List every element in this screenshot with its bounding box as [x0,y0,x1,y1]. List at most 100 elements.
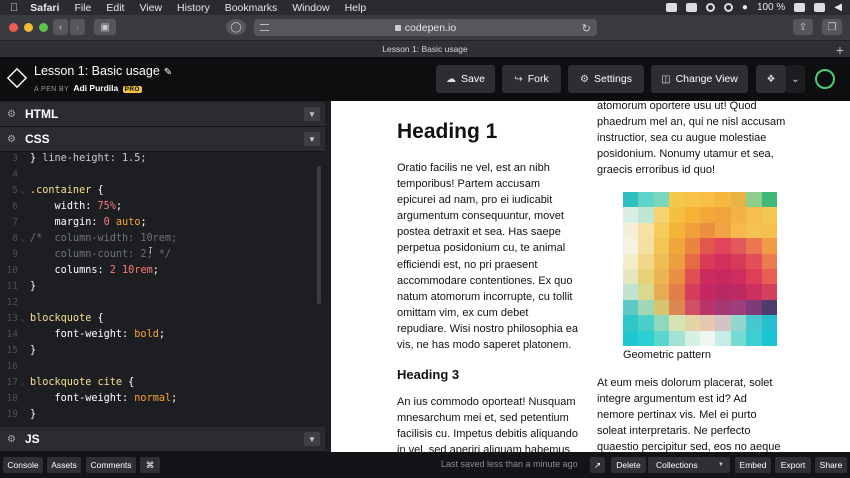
address-bar[interactable]: codepen.io ↻ [254,19,597,36]
css-settings-gear-icon[interactable]: ⚙ [6,134,17,145]
code-text: } [30,281,37,292]
pen-title[interactable]: Lesson 1: Basic usage ✎ [34,64,172,78]
pattern-tile [761,222,777,239]
css-collapse-chevron-icon[interactable]: ▼ [304,132,320,146]
menu-view[interactable]: View [139,2,162,14]
pattern-tile [653,268,670,285]
pattern-tile [669,330,685,346]
active-tab-title[interactable]: Lesson 1: Basic usage [382,44,468,54]
change-view-button[interactable]: ◫ Change View [651,65,748,93]
pattern-tile [715,299,731,316]
css-panel-title: CSS [25,132,50,146]
console-button[interactable]: Console [3,457,43,473]
pattern-tile [684,238,700,254]
pattern-tile [623,315,639,331]
window-controls [9,23,48,32]
delete-button[interactable]: Delete [611,457,646,473]
notes-icon[interactable] [685,3,697,12]
menu-file[interactable]: File [74,2,91,14]
pattern-tile [669,207,685,223]
record-icon[interactable] [705,3,715,12]
js-collapse-chevron-icon[interactable]: ▼ [304,432,320,446]
pattern-tile [653,207,670,223]
settings-button-label: Settings [594,73,632,85]
menu-bookmarks[interactable]: Bookmarks [225,2,278,14]
css-code-editor[interactable]: line-height: 1.5; 3} 4 5 ⌄ .container {6 wid… [0,147,318,423]
code-line: 11} [0,279,318,295]
pen-title-text[interactable]: Lesson 1: Basic usage [34,64,160,78]
menu-safari[interactable]: Safari [30,2,59,14]
pattern-tile [730,207,747,223]
open-external-button[interactable]: ↗ [590,457,605,473]
export-button[interactable]: Export [775,457,811,473]
html-panel-header[interactable]: ⚙ HTML ▼ [0,102,325,127]
tab-overview-button[interactable]: ❐ [822,19,842,35]
html-panel-title: HTML [25,107,59,121]
menu-edit[interactable]: Edit [106,2,124,14]
assets-button[interactable]: Assets [47,457,81,473]
preview-paragraph-1: Oratio facilis ne vel, est an nibh tempo… [397,162,578,352]
menu-window[interactable]: Window [292,2,329,14]
css-editor-scrollbar[interactable] [317,166,321,304]
privacy-report-button[interactable]: ◯ [226,19,246,35]
keyboard-shortcuts-button[interactable]: ⌘ [140,457,160,473]
battery-icon[interactable] [794,3,806,12]
js-settings-gear-icon[interactable]: ⚙ [6,434,17,445]
more-options-button[interactable]: ⌄ [786,65,805,93]
html-collapse-chevron-icon[interactable]: ▼ [304,107,320,121]
save-button[interactable]: ☁ Save [436,65,495,93]
gear-icon: ⚙ [580,73,589,85]
html-settings-gear-icon[interactable]: ⚙ [6,109,17,120]
fold-chevron-icon[interactable]: ⌄ [20,183,25,199]
pattern-tile [638,299,654,316]
code-text: columns: 2 10rem; [54,265,159,276]
pattern-tile [669,238,685,254]
forward-button[interactable]: › [70,19,85,35]
pattern-tile [699,284,716,300]
comments-button[interactable]: Comments [86,457,136,473]
preview-column-2: atomorum oportere usu ut! Quod phaedrum … [597,101,787,452]
menu-help[interactable]: Help [345,2,367,14]
line-number: 14 [6,329,18,340]
back-button[interactable]: ‹ [53,19,68,35]
pattern-tile [746,315,762,331]
close-window-button[interactable] [9,23,18,32]
js-panel-header[interactable]: ⚙ JS ▼ [0,427,325,452]
messages-icon[interactable] [665,3,677,12]
share-button[interactable]: ⇧ [793,19,813,35]
preview-heading-1: Heading 1 [397,120,498,143]
sidebar-toggle-button[interactable]: ▣ [94,19,116,35]
volume-icon[interactable]: ◀ [834,2,842,13]
codepen-brand-icon[interactable] [815,69,835,89]
reload-icon[interactable]: ↻ [582,22,591,35]
pattern-tile [761,192,777,208]
author-link[interactable]: Adi Purdila [73,83,118,93]
control-center-icon[interactable] [814,3,826,12]
menu-history[interactable]: History [177,2,210,14]
fold-chevron-icon[interactable]: ⌄ [20,311,25,327]
settings-button[interactable]: ⚙ Settings [568,65,644,93]
fold-chevron-icon[interactable]: ⌄ [20,375,25,391]
pattern-tile [715,207,731,223]
apple-icon[interactable]:  [10,2,18,14]
fork-button[interactable]: ↪ Fork [502,65,561,93]
new-tab-icon[interactable]: + [836,42,844,58]
minimize-window-button[interactable] [24,23,33,32]
embed-button[interactable]: Embed [735,457,771,473]
zoom-window-button[interactable] [39,23,48,32]
pencil-icon[interactable]: ✎ [164,67,172,78]
pattern-tile [761,284,777,300]
pin-button[interactable]: ❖ [756,65,786,93]
result-preview: Heading 1 Oratio facilis ne vel, est an … [331,101,850,452]
pattern-tile [746,330,762,346]
reader-icon[interactable] [260,24,269,31]
share-pen-button[interactable]: Share [815,457,847,473]
collections-dropdown[interactable]: Collections ▼ [648,457,730,473]
pattern-tile [638,268,654,285]
line-number: 13 [6,313,18,324]
time-machine-icon[interactable] [723,3,733,12]
wifi-icon[interactable]: ● [742,2,748,13]
codepen-logo-icon[interactable] [6,67,28,89]
layout-icon: ◫ [661,73,671,85]
fold-chevron-icon[interactable]: ⌄ [20,231,25,247]
